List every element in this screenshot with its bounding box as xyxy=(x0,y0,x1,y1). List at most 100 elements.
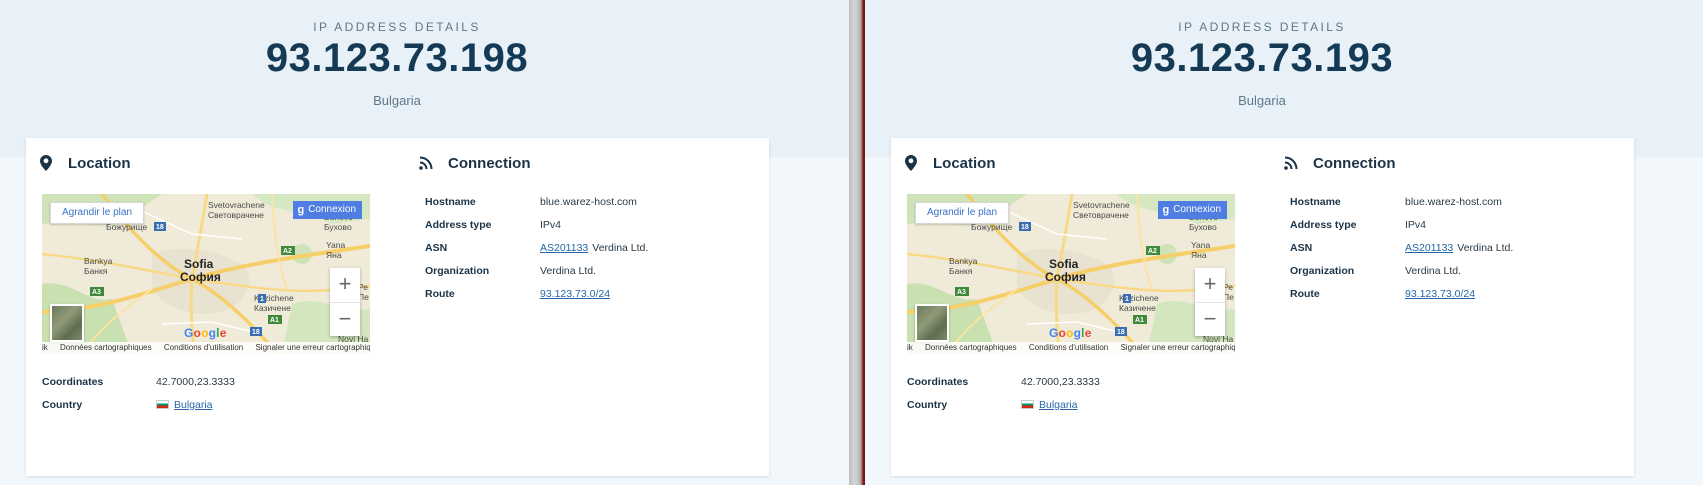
road-shield: 1 xyxy=(260,296,264,303)
google-g-icon: g xyxy=(1162,204,1170,216)
coordinates-value: 42.7000,23.3333 xyxy=(1021,375,1100,388)
location-title-text: Location xyxy=(68,154,131,172)
google-logo: Google xyxy=(184,326,227,340)
connection-section-title: Connection xyxy=(418,154,531,172)
asn-row: ASN AS201133 Verdina Ltd. xyxy=(1290,236,1513,259)
country-label: Country xyxy=(42,398,83,411)
google-login-button[interactable]: g Connexion xyxy=(293,201,362,219)
map-attribution-bar: ik Données cartographiques Conditions d'… xyxy=(42,342,370,354)
location-map[interactable]: Svetovrachene Световрачене Божурище Bank… xyxy=(42,194,370,354)
page-subtitle: IP ADDRESS DETAILS xyxy=(1178,20,1346,34)
address-type-row: Address type IPv4 xyxy=(1290,213,1513,236)
map-place-label: Яна xyxy=(326,250,342,260)
asn-row: ASN AS201133 Verdina Ltd. xyxy=(425,236,648,259)
map-terms-link[interactable]: Conditions d'utilisation xyxy=(164,343,243,352)
wifi-signal-icon xyxy=(418,154,434,172)
enlarge-map-button[interactable]: Agrandir le plan xyxy=(50,202,144,224)
coordinates-label: Coordinates xyxy=(42,375,104,388)
wifi-signal-icon xyxy=(1283,154,1299,172)
ip-address-title: 93.123.73.198 xyxy=(265,36,529,80)
route-link[interactable]: 93.123.73.0/24 xyxy=(540,288,610,300)
zoom-in-button[interactable]: + xyxy=(1195,268,1225,303)
map-place-label: Банкя xyxy=(84,266,108,276)
road-shield: A3 xyxy=(92,289,101,296)
location-map[interactable]: Svetovrachene Световрачене Божурище Bank… xyxy=(907,194,1235,354)
ip-details-panel-1: IP ADDRESS DETAILS 93.123.73.198 Bulgari… xyxy=(0,0,849,485)
map-place-label: Бухово xyxy=(1189,222,1217,232)
map-data-link[interactable]: Données cartographiques xyxy=(60,343,152,352)
asn-link[interactable]: AS201133 xyxy=(1405,242,1453,254)
map-footer-prefix: ik xyxy=(907,343,913,352)
enlarge-map-button[interactable]: Agrandir le plan xyxy=(915,202,1009,224)
hostname-value: blue.warez-host.com xyxy=(540,195,637,208)
zoom-out-button[interactable]: − xyxy=(1195,303,1225,337)
map-attribution-bar: ik Données cartographiques Conditions d'… xyxy=(907,342,1235,354)
route-label: Route xyxy=(1290,287,1320,300)
location-section-title: Location xyxy=(38,154,131,172)
map-footer-prefix: ik xyxy=(42,343,48,352)
road-shield: A3 xyxy=(957,289,966,296)
map-place-label: Бухово xyxy=(324,222,352,232)
map-place-label: Yana xyxy=(326,240,345,250)
connection-details: Hostname blue.warez-host.com Address typ… xyxy=(425,190,648,305)
map-city-label: София xyxy=(1045,270,1086,284)
window-divider[interactable] xyxy=(849,0,865,485)
country-label: Country xyxy=(907,398,948,411)
page-header: IP ADDRESS DETAILS 93.123.73.198 Bulgari… xyxy=(0,0,794,108)
organization-label: Organization xyxy=(1290,264,1355,277)
country-row: Country Bulgaria xyxy=(907,393,1100,416)
map-report-link[interactable]: Signaler une erreur cartographique xyxy=(1120,343,1235,352)
organization-value: Verdina Ltd. xyxy=(540,264,597,277)
address-type-row: Address type IPv4 xyxy=(425,213,648,236)
location-title-text: Location xyxy=(933,154,996,172)
location-details: Coordinates 42.7000,23.3333 Country Bulg… xyxy=(42,370,235,416)
connection-title-text: Connection xyxy=(448,154,531,172)
route-link[interactable]: 93.123.73.0/24 xyxy=(1405,288,1475,300)
map-place-label: Яна xyxy=(1191,250,1207,260)
map-terms-link[interactable]: Conditions d'utilisation xyxy=(1029,343,1108,352)
address-type-value: IPv4 xyxy=(1405,218,1427,231)
map-place-label: Bankya xyxy=(84,256,113,266)
map-place-label: Световрачене xyxy=(208,210,264,220)
map-place-label: Казичене xyxy=(1119,303,1156,313)
ip-details-panel-2: IP ADDRESS DETAILS 93.123.73.193 Bulgari… xyxy=(865,0,1703,485)
details-card: Location Connection Svetovrachene Светов… xyxy=(26,138,769,476)
road-shield: 1 xyxy=(1125,296,1129,303)
organization-row: Organization Verdina Ltd. xyxy=(1290,259,1513,282)
google-g-icon: g xyxy=(297,204,305,216)
country-link[interactable]: Bulgaria xyxy=(1039,399,1078,411)
coordinates-value: 42.7000,23.3333 xyxy=(156,375,235,388)
asn-label: ASN xyxy=(425,241,448,254)
route-row: Route 93.123.73.0/24 xyxy=(1290,282,1513,305)
map-place-label: Банкя xyxy=(949,266,973,276)
hostname-row: Hostname blue.warez-host.com xyxy=(1290,190,1513,213)
asn-link[interactable]: AS201133 xyxy=(540,242,588,254)
road-shield: A1 xyxy=(1135,317,1144,324)
satellite-view-toggle[interactable] xyxy=(50,304,84,342)
map-pin-icon xyxy=(38,154,54,172)
map-data-link[interactable]: Données cartographiques xyxy=(925,343,1017,352)
google-login-button[interactable]: g Connexion xyxy=(1158,201,1227,219)
zoom-out-button[interactable]: − xyxy=(330,303,360,337)
connection-section-title: Connection xyxy=(1283,154,1396,172)
road-shield: A2 xyxy=(283,248,292,255)
map-city-label: Sofia xyxy=(1049,257,1079,271)
satellite-view-toggle[interactable] xyxy=(915,304,949,342)
route-label: Route xyxy=(425,287,455,300)
zoom-in-button[interactable]: + xyxy=(330,268,360,303)
map-zoom-control: + − xyxy=(330,268,360,336)
map-zoom-control: + − xyxy=(1195,268,1225,336)
map-report-link[interactable]: Signaler une erreur cartographique xyxy=(255,343,370,352)
address-type-value: IPv4 xyxy=(540,218,562,231)
organization-row: Organization Verdina Ltd. xyxy=(425,259,648,282)
map-city-label: Sofia xyxy=(184,257,214,271)
bulgaria-flag-icon xyxy=(1021,400,1034,409)
address-type-label: Address type xyxy=(425,218,492,231)
coordinates-row: Coordinates 42.7000,23.3333 xyxy=(907,370,1100,393)
location-details: Coordinates 42.7000,23.3333 Country Bulg… xyxy=(907,370,1100,416)
country-link[interactable]: Bulgaria xyxy=(174,399,213,411)
map-place-label: Казичене xyxy=(254,303,291,313)
connection-title-text: Connection xyxy=(1313,154,1396,172)
location-section-title: Location xyxy=(903,154,996,172)
google-login-label: Connexion xyxy=(308,204,356,215)
